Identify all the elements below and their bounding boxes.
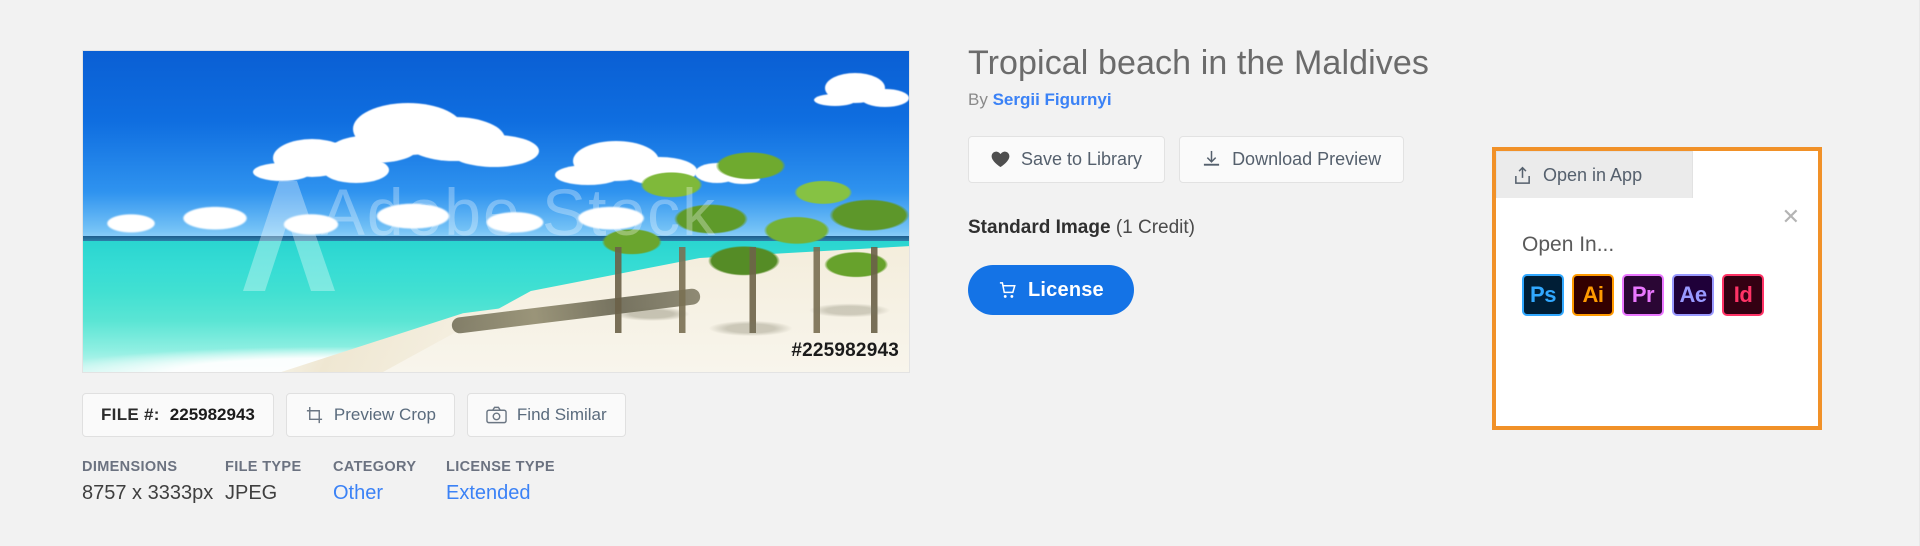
heart-icon xyxy=(991,151,1010,168)
download-preview-label: Download Preview xyxy=(1232,149,1382,169)
byline-prefix: By xyxy=(968,90,988,109)
download-preview-button[interactable]: Download Preview xyxy=(1179,136,1405,183)
preview-crop-label: Preview Crop xyxy=(333,405,436,424)
license-button-label: License xyxy=(1028,278,1104,301)
cloud-icon xyxy=(825,73,885,103)
download-tray-icon xyxy=(1202,150,1221,169)
file-number-value: 225982943 xyxy=(169,405,255,424)
image-action-row: FILE #: 225982943 Preview Crop Find Simi… xyxy=(82,393,910,437)
app-icon-indesign[interactable]: Id xyxy=(1722,274,1764,316)
camera-icon xyxy=(486,406,507,424)
save-to-library-label: Save to Library xyxy=(1021,149,1143,169)
open-in-app-label: Open in App xyxy=(1543,164,1643,185)
preview-file-number: #225982943 xyxy=(791,340,899,361)
close-x-icon[interactable]: ✕ xyxy=(1782,206,1800,228)
meta-value-link[interactable]: Other xyxy=(333,482,446,505)
license-tier-name: Standard Image xyxy=(968,217,1111,238)
cloud-icon xyxy=(353,103,463,155)
meta-file-type: FILE TYPE JPEG xyxy=(225,459,333,505)
meta-header: FILE TYPE xyxy=(225,459,302,475)
file-number-label: FILE #: xyxy=(101,405,160,424)
find-similar-label: Find Similar xyxy=(516,405,607,424)
app-icon-list: Ps Ai Pr Ae Id xyxy=(1522,274,1784,316)
app-icon-premiere-pro[interactable]: Pr xyxy=(1622,274,1664,316)
page-title: Tropical beach in the Maldives xyxy=(968,44,1429,82)
file-number-chip: FILE #: 225982943 xyxy=(82,393,274,437)
cloud-icon xyxy=(273,139,351,177)
open-in-app-highlight: Open in App ✕ Open In... Ps Ai Pr Ae Id xyxy=(1492,147,1822,430)
share-upload-icon xyxy=(1513,166,1532,185)
byline: By Sergii Figurnyi xyxy=(968,90,1868,110)
app-icon-photoshop[interactable]: Ps xyxy=(1522,274,1564,316)
preview-column: Adobe Stock #225982943 FILE #: 225982943… xyxy=(82,50,910,505)
meta-license-type: LICENSE TYPE Extended xyxy=(446,459,606,505)
meta-value: JPEG xyxy=(225,482,278,504)
crop-icon xyxy=(305,406,324,425)
app-icon-after-effects[interactable]: Ae xyxy=(1672,274,1714,316)
license-button[interactable]: License xyxy=(968,265,1134,315)
meta-header: CATEGORY xyxy=(333,459,417,475)
open-in-panel-label: Open In... xyxy=(1522,233,1615,256)
find-similar-button[interactable]: Find Similar xyxy=(466,393,626,437)
meta-category: CATEGORY Other xyxy=(333,459,446,505)
meta-value: 8757 x 3333px xyxy=(82,482,214,504)
save-to-library-button[interactable]: Save to Library xyxy=(968,136,1166,183)
meta-value-link[interactable]: Extended xyxy=(446,482,606,505)
author-link[interactable]: Sergii Figurnyi xyxy=(993,90,1112,109)
license-credits: (1 Credit) xyxy=(1115,217,1196,238)
meta-dimensions: DIMENSIONS 8757 x 3333px xyxy=(82,459,225,505)
asset-preview-image[interactable]: Adobe Stock #225982943 xyxy=(82,50,910,373)
app-icon-illustrator[interactable]: Ai xyxy=(1572,274,1614,316)
preview-crop-button[interactable]: Preview Crop xyxy=(285,393,455,437)
meta-header: LICENSE TYPE xyxy=(446,459,555,475)
shopping-cart-icon xyxy=(998,281,1017,300)
meta-header: DIMENSIONS xyxy=(82,459,178,475)
asset-metadata: DIMENSIONS 8757 x 3333px FILE TYPE JPEG … xyxy=(82,459,910,505)
stock-asset-detail-page: Adobe Stock #225982943 FILE #: 225982943… xyxy=(0,0,1920,546)
open-in-app-button[interactable]: Open in App xyxy=(1496,151,1693,198)
open-in-app-panel: ✕ Open In... Ps Ai Pr Ae Id xyxy=(1496,198,1818,426)
